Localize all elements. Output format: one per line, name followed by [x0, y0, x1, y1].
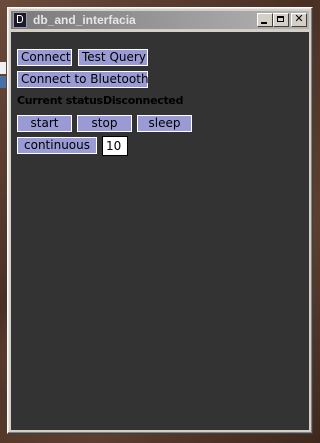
minimize-button[interactable] — [257, 13, 273, 27]
title-bar[interactable]: db_and_interfacia ✕ — [11, 11, 309, 29]
maximize-button[interactable] — [273, 13, 289, 27]
continuous-button[interactable]: continuous — [17, 137, 97, 154]
connect-bluetooth-button[interactable]: Connect to Bluetooth — [17, 71, 149, 88]
status-value: Disconnected — [103, 94, 184, 107]
status-label: Current status: — [17, 94, 107, 107]
processing-app-icon[interactable] — [13, 12, 27, 28]
stop-button[interactable]: stop — [77, 115, 132, 132]
desktop-fragment — [0, 62, 6, 74]
close-button[interactable]: ✕ — [291, 12, 307, 27]
continuous-value-field[interactable]: 10 — [102, 136, 128, 156]
app-window: db_and_interfacia ✕ Connect Test Query C… — [7, 7, 313, 434]
close-icon: ✕ — [294, 12, 304, 25]
test-query-button[interactable]: Test Query — [78, 49, 148, 66]
desktop-partial-window — [0, 62, 6, 88]
window-title: db_and_interfacia — [33, 13, 136, 27]
connect-button[interactable]: Connect — [17, 49, 72, 66]
maximize-icon — [277, 16, 284, 22]
desktop-fragment-selected — [0, 76, 6, 88]
window-controls: ✕ — [257, 12, 307, 27]
minimize-icon — [261, 22, 267, 24]
start-button[interactable]: start — [17, 115, 72, 132]
sleep-button[interactable]: sleep — [137, 115, 192, 132]
sketch-canvas: Connect Test Query Connect to Bluetooth … — [11, 32, 309, 430]
